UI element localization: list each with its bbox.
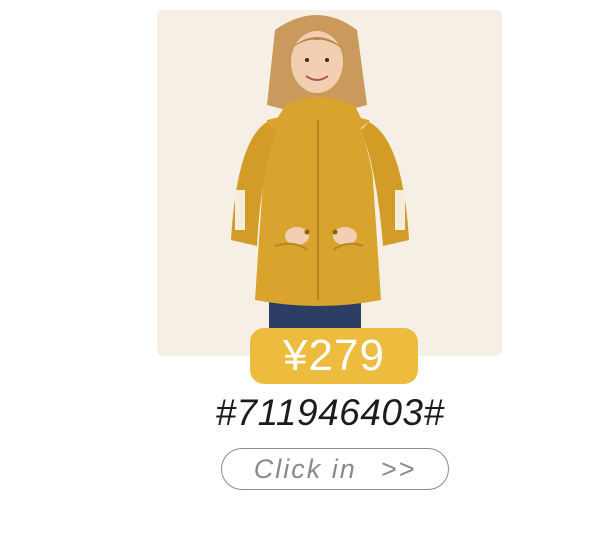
product-code: #711946403# [215, 392, 445, 433]
girl-in-yellow-jacket-illustration [157, 10, 502, 356]
product-card[interactable]: ¥279 #711946403# Click in >> [0, 0, 600, 555]
cta-label: Click in [253, 453, 357, 484]
product-photo[interactable] [157, 10, 502, 356]
click-in-button[interactable]: Click in >> [221, 448, 449, 490]
double-chevron-right-icon: >> [380, 453, 417, 484]
price-badge: ¥279 [250, 328, 418, 384]
